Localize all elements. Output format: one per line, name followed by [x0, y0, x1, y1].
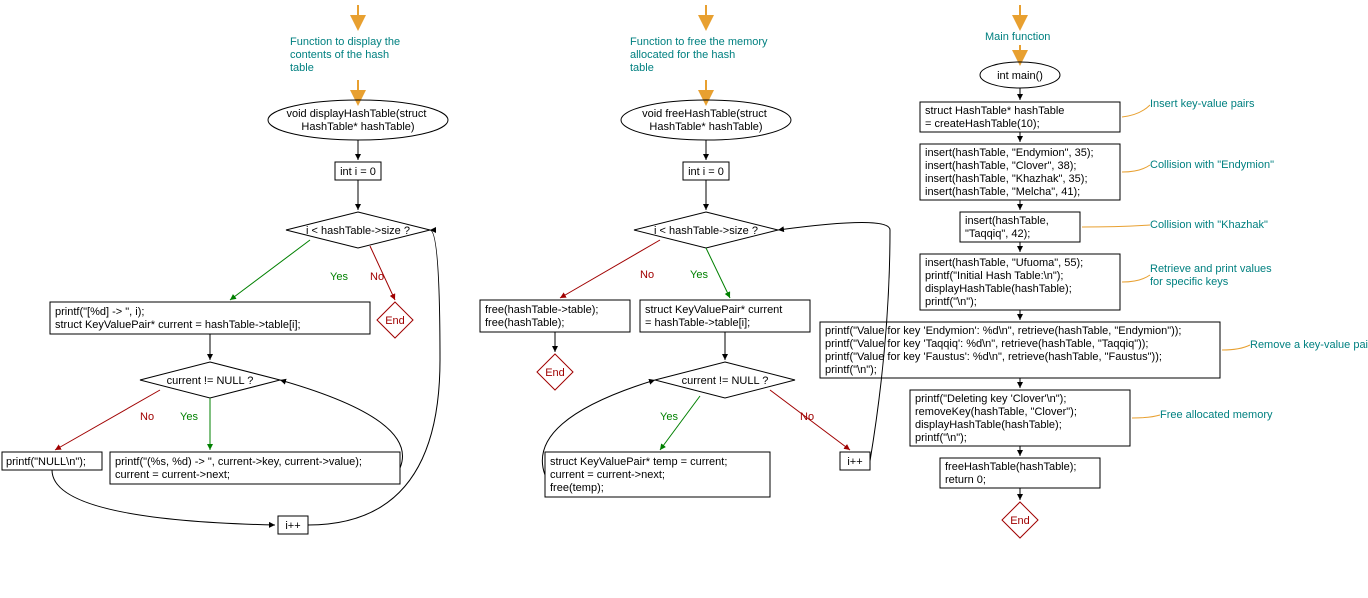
no1b: No [640, 269, 654, 281]
yes2-label: Yes [180, 411, 198, 423]
end2: End [545, 367, 565, 379]
c3-4: Retrieve and print values for specific k… [1150, 263, 1275, 288]
yes2b: Yes [660, 411, 678, 423]
free-final: free(hashTable->table); free(hashTable); [485, 304, 602, 329]
cond1b: i < hashTable->size ? [654, 225, 758, 237]
end3: End [1010, 515, 1030, 527]
init: int i = 0 [340, 166, 376, 178]
chart-display-hash-table: Function to display the contents of the … [2, 5, 448, 534]
block1: printf("[%d] -> ", i); struct KeyValuePa… [55, 306, 301, 331]
chart-main: Main function int main() struct HashTabl… [820, 5, 1368, 538]
block3-4: insert(hashTable, "Ufuoma", 55); printf(… [925, 257, 1086, 308]
chart-free-hash-table: Function to free the memory allocated fo… [480, 5, 890, 497]
block3-7: freeHashTable(hashTable); return 0; [945, 461, 1080, 486]
null-block: printf("NULL\n"); [6, 456, 86, 468]
block3-3: insert(hashTable, "Taqqiq", 42); [965, 215, 1052, 240]
c3-3: Collision with "Khazhak" [1150, 219, 1268, 231]
func3: int main() [997, 70, 1043, 82]
block3-1: struct HashTable* hashTable = createHash… [925, 105, 1067, 130]
inc2: i++ [847, 456, 862, 468]
cond2: current != NULL ? [167, 375, 254, 387]
block3-5: printf("Value for key 'Endymion': %d\n",… [825, 325, 1185, 376]
c3-1: Insert key-value pairs [1150, 98, 1255, 110]
flowchart-diagram: Function to display the contents of the … [0, 0, 1368, 598]
no2-label: No [140, 411, 154, 423]
comment2: Function to free the memory allocated fo… [630, 36, 771, 74]
c3-6: Free allocated memory [1160, 409, 1273, 421]
end: End [385, 315, 405, 327]
comment: Function to display the contents of the … [290, 36, 403, 74]
no-label: No [370, 271, 384, 283]
func-name: void displayHashTable(struct HashTable* … [286, 108, 429, 133]
no2b: No [800, 411, 814, 423]
cond2b: current != NULL ? [682, 375, 769, 387]
inner2: struct KeyValuePair* temp = current; cur… [550, 456, 730, 494]
struct-block: struct KeyValuePair* current = hashTable… [645, 304, 785, 329]
func2: void freeHashTable(struct HashTable* has… [642, 108, 770, 133]
comment3: Main function [985, 31, 1050, 43]
block3-2: insert(hashTable, "Endymion", 35); inser… [925, 147, 1097, 198]
inc: i++ [285, 520, 300, 532]
c3-2: Collision with "Endymion" [1150, 159, 1274, 171]
cond1: i < hashTable->size ? [306, 225, 410, 237]
c3-5: Remove a key-value pair [1250, 339, 1368, 351]
yes1b: Yes [690, 269, 708, 281]
init2: int i = 0 [688, 166, 724, 178]
block3-6: printf("Deleting key 'Clover'\n"); remov… [915, 393, 1077, 444]
yes-label: Yes [330, 271, 348, 283]
inner-block: printf("(%s, %d) -> ", current->key, cur… [115, 456, 365, 481]
